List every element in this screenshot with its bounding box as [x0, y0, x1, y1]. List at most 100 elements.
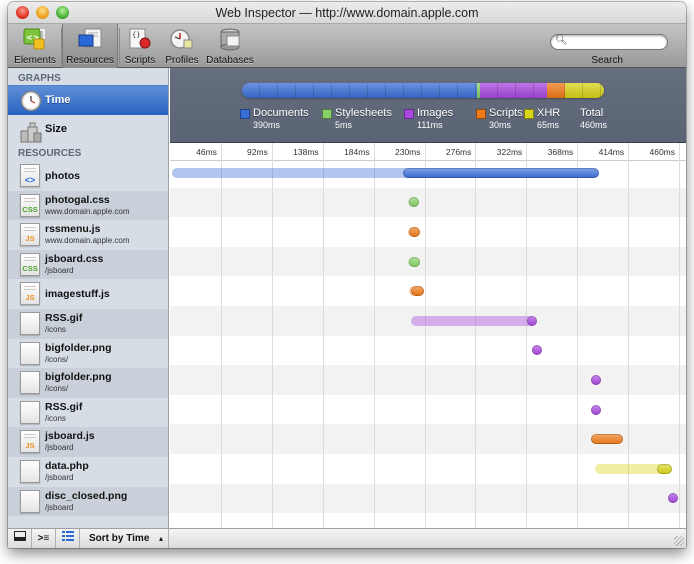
resource-item[interactable]: CSS jsboard.css/jsboard — [8, 249, 168, 280]
resource-name: imagestuff.js — [45, 288, 110, 301]
resource-item[interactable]: <> photos — [8, 161, 168, 191]
file-type-badge: CSS — [22, 263, 38, 273]
legend-label: Images — [417, 107, 454, 119]
css-file-icon: CSS — [20, 252, 40, 276]
timeline-bar-download[interactable] — [409, 227, 421, 237]
file-type-badge: <> — [24, 175, 36, 185]
toolbar-resources-button[interactable]: Resources — [62, 24, 118, 68]
legend-swatch — [524, 109, 534, 119]
generic-file-icon — [20, 460, 40, 483]
timeline-row — [170, 187, 686, 218]
dock-toggle-button[interactable] — [8, 529, 32, 548]
resource-item[interactable]: data.php/jsboard — [8, 457, 168, 487]
resource-name: data.php — [45, 460, 89, 472]
timeline-row — [170, 395, 686, 425]
resource-name: bigfolder.png — [45, 341, 112, 354]
tick-label: 414ms — [598, 147, 625, 157]
search-input[interactable] — [569, 36, 661, 48]
tick-label: 46ms — [196, 147, 217, 157]
legend-swatch — [240, 109, 250, 119]
console-button[interactable]: >≡ — [32, 529, 56, 548]
timeline-row — [170, 365, 686, 395]
legend-value: 390ms — [253, 120, 281, 130]
grid-line — [271, 143, 273, 528]
summary-graph: Documents 390ms Stylesheets 5ms Images 111ms S… — [170, 68, 686, 143]
timeline-bar-download[interactable] — [531, 345, 542, 356]
clock-icon — [20, 90, 42, 112]
resource-name: disc_closed.png — [45, 489, 128, 502]
tick-label: 460ms — [649, 147, 675, 157]
summary-bar — [242, 83, 604, 98]
tick-label: 230ms — [394, 147, 421, 157]
timeline-bar-download[interactable] — [591, 404, 602, 415]
resource-item[interactable]: JS rssmenu.js www.domain.apple.com — [8, 220, 168, 250]
legend-label: XHR — [537, 107, 561, 119]
tick-label: 368ms — [547, 147, 574, 157]
grid-line — [526, 143, 528, 528]
sidebar-item-size[interactable]: Size — [8, 115, 168, 145]
toolbar-elements-button[interactable]: <> Elements — [10, 24, 60, 68]
console-icon: >≡ — [37, 533, 50, 544]
databases-icon — [217, 27, 243, 51]
js-file-icon: JS — [20, 282, 40, 306]
status-bar: >≡ Sort by Time ▴ — [8, 528, 686, 548]
timeline-bar-download[interactable] — [403, 167, 600, 178]
resource-item[interactable]: RSS.gif/icons — [8, 398, 168, 428]
generic-file-icon — [20, 341, 40, 365]
resource-domain: /icons/ — [45, 384, 69, 394]
document-file-icon: <> — [20, 164, 40, 187]
search-icon: 🔍︎ — [555, 35, 568, 46]
summary-segment-scripts — [546, 83, 565, 98]
grid-line — [373, 143, 375, 528]
scripts-icon: {} — [127, 27, 153, 51]
resource-item[interactable]: JS imagestuff.js — [8, 279, 168, 309]
file-type-badge: JS — [25, 234, 35, 244]
resource-item[interactable]: JS jsboard.js/jsboard — [8, 427, 168, 457]
resources-section-header: RESOURCES — [18, 148, 82, 159]
timeline-row — [170, 336, 686, 366]
search-field[interactable]: 🔍︎ — [550, 34, 668, 50]
resource-name: photos — [45, 170, 80, 182]
js-file-icon: JS — [20, 223, 40, 247]
resource-domain: /icons/ — [45, 354, 69, 364]
toolbar-databases-button[interactable]: Databases — [204, 24, 256, 68]
grid-line — [475, 143, 477, 528]
generic-file-icon — [20, 312, 40, 335]
tick-label: 276ms — [445, 147, 472, 157]
timeline-bar-download[interactable] — [591, 434, 623, 445]
large-rows-toggle[interactable] — [56, 529, 80, 548]
updown-arrows-icon: ▴ — [158, 534, 163, 543]
toolbar-scripts-button[interactable]: {} Scripts — [120, 24, 160, 68]
timeline-row — [170, 483, 686, 514]
grid-line — [577, 143, 579, 528]
profiles-icon — [169, 27, 195, 51]
summary-segment-documents — [242, 83, 477, 98]
resource-domain: /icons — [45, 325, 66, 334]
timeline-bar-download[interactable] — [409, 256, 421, 267]
web-inspector-window: Web Inspector — http://www.domain.apple.… — [8, 2, 686, 548]
resource-item[interactable]: bigfolder.png/icons/ — [8, 339, 168, 369]
tick-label: 184ms — [344, 147, 370, 157]
toolbar-profiles-button[interactable]: Profiles — [160, 24, 204, 68]
resource-item[interactable]: RSS.gif/icons — [8, 309, 168, 339]
timeline-bar-download[interactable] — [656, 463, 673, 474]
legend-swatch — [404, 109, 414, 119]
timeline-bar-latency[interactable] — [411, 315, 537, 326]
resize-grip[interactable] — [674, 536, 684, 546]
legend-label: Documents — [253, 107, 309, 119]
timeline-row — [170, 246, 686, 277]
file-type-badge: JS — [25, 293, 35, 303]
grid-line — [220, 143, 222, 528]
timeline-ruler: 46ms 92ms 138ms 184ms 230ms 276ms 322ms 368ms 41… — [170, 143, 686, 161]
sidebar-item-time[interactable]: Time — [8, 85, 168, 115]
resource-item[interactable]: disc_closed.png/jsboard — [8, 486, 168, 517]
legend-value: 5ms — [335, 120, 353, 130]
generic-file-icon — [20, 400, 40, 424]
resource-domain: /jsboard — [45, 265, 74, 275]
sort-select[interactable]: Sort by Time ▴ — [81, 529, 169, 548]
resource-domain: /jsboard — [45, 473, 74, 482]
legend-value: 30ms — [489, 120, 512, 130]
resource-item[interactable]: CSS photogal.css www.domain.apple.com — [8, 190, 168, 221]
large-rows-icon — [61, 531, 74, 544]
resource-item[interactable]: bigfolder.png/icons/ — [8, 368, 168, 398]
